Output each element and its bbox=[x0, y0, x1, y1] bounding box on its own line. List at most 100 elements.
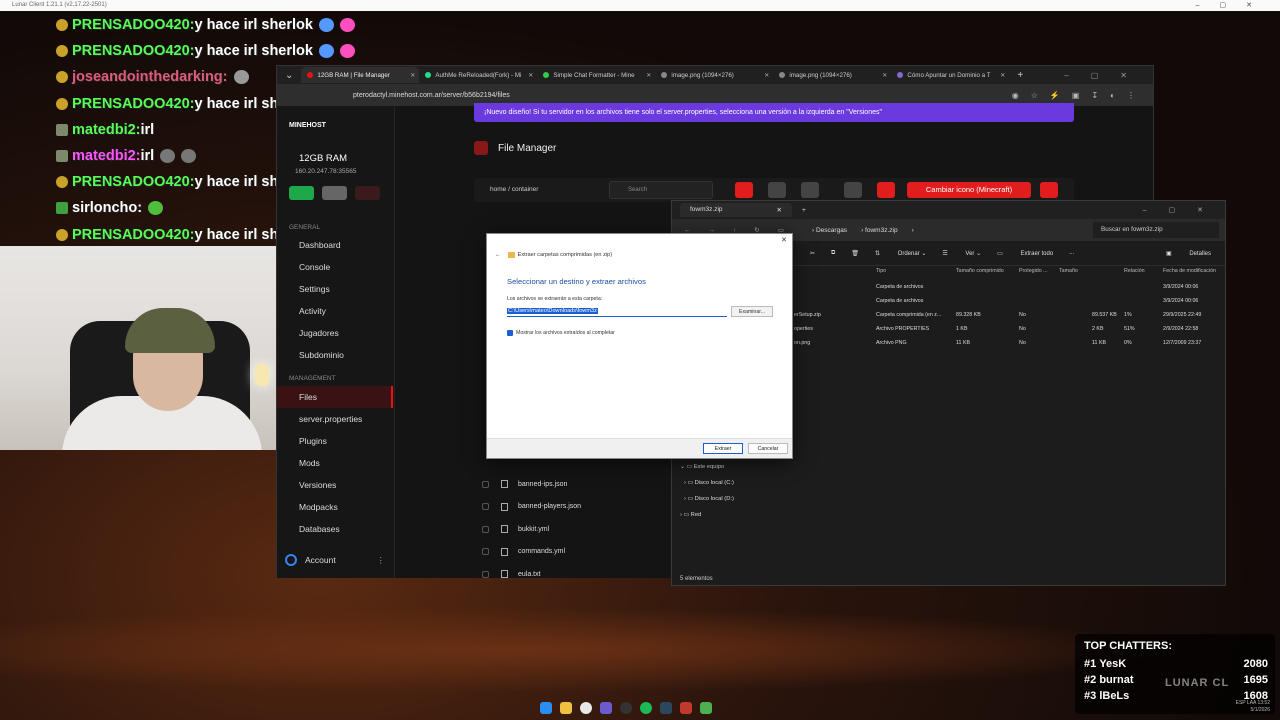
more-options-button[interactable]: ... bbox=[1069, 250, 1074, 256]
app2-taskbar-icon[interactable] bbox=[680, 702, 692, 714]
sidebar-item-mods[interactable]: Mods bbox=[277, 452, 393, 474]
file-row[interactable]: banned-players.json bbox=[482, 496, 581, 519]
crumb-container[interactable]: container bbox=[512, 186, 539, 193]
sidebar-item-activity[interactable]: Activity bbox=[277, 300, 393, 322]
explorer-tab[interactable]: fowm3z.zip ✕ bbox=[680, 203, 792, 217]
col-tamano[interactable]: Tamaño bbox=[1059, 268, 1078, 274]
back-icon[interactable]: ← bbox=[495, 252, 501, 258]
file-name[interactable]: banned-players.json bbox=[518, 503, 581, 510]
sidebar-item-files[interactable]: Files bbox=[277, 386, 393, 408]
row-checkbox[interactable] bbox=[482, 525, 489, 533]
sidebar-item-dashboard[interactable]: Dashboard bbox=[277, 234, 393, 256]
row-checkbox[interactable] bbox=[482, 570, 489, 578]
steam-taskbar-icon[interactable] bbox=[660, 702, 672, 714]
file-row[interactable]: eula.txt bbox=[482, 563, 581, 586]
destination-input[interactable]: C:\Users\mateo\Downloads\fowm3z bbox=[507, 306, 727, 317]
close-icon[interactable]: ✕ bbox=[781, 236, 787, 244]
minecraft-taskbar-icon[interactable] bbox=[700, 702, 712, 714]
close-tab-icon[interactable]: ✕ bbox=[777, 206, 782, 214]
close-tab-icon[interactable]: ✕ bbox=[528, 72, 533, 79]
tab-chat-formatter[interactable]: Simple Chat Formatter - Mine ✕ bbox=[537, 67, 655, 83]
ver-button[interactable]: ☰ Ver ⌄ bbox=[942, 250, 981, 257]
tab-image-1[interactable]: image.png (1094×276) ✕ bbox=[655, 67, 773, 83]
close-tab-icon[interactable]: ✕ bbox=[764, 72, 769, 79]
sidebar-item-versiones[interactable]: Versiones bbox=[277, 474, 393, 496]
obs-taskbar-icon[interactable] bbox=[620, 702, 632, 714]
cambiar-icono-button[interactable]: Cambiar icono (Minecraft) bbox=[907, 182, 1031, 198]
chrome-taskbar-icon[interactable] bbox=[580, 702, 592, 714]
app-taskbar-icon[interactable] bbox=[600, 702, 612, 714]
extraer-todo-button[interactable]: ▭ Extraer todo bbox=[997, 250, 1053, 257]
detalles-button[interactable]: ▣ Detalles bbox=[1166, 250, 1211, 257]
show-files-checkbox[interactable]: Mostrar los archivos extraídos al comple… bbox=[507, 330, 615, 336]
sidebar-item-subdominio[interactable]: Subdominio bbox=[277, 344, 393, 366]
col-tipo[interactable]: Tipo bbox=[876, 268, 886, 274]
browser-window-controls[interactable]: –▢✕ bbox=[1064, 71, 1153, 80]
sidebar-item-databases[interactable]: Databases bbox=[277, 518, 393, 540]
sidebar-item-server-properties[interactable]: server.properties bbox=[277, 408, 393, 430]
new-tab-button[interactable]: + bbox=[1009, 70, 1031, 81]
restart-button[interactable] bbox=[322, 186, 347, 200]
stop-button[interactable] bbox=[355, 186, 380, 200]
row-checkbox[interactable] bbox=[482, 503, 489, 511]
explorer-window-controls[interactable]: –▢✕ bbox=[1143, 206, 1225, 214]
extraer-button[interactable]: Extraer bbox=[703, 443, 743, 454]
spotify-taskbar-icon[interactable] bbox=[640, 702, 652, 714]
path-zip[interactable]: fowm3z.zip bbox=[865, 227, 898, 234]
cut-icon[interactable]: ✂ bbox=[810, 250, 815, 257]
minehost-logo[interactable]: MINEHOST bbox=[289, 122, 326, 129]
tab-file-manager[interactable]: 12GB RAM | File Manager ✕ bbox=[301, 67, 420, 83]
checkbox-checked[interactable] bbox=[507, 330, 513, 336]
file-name[interactable]: eula.txt bbox=[518, 571, 541, 578]
search-input[interactable]: Search bbox=[609, 181, 713, 199]
explorer-search-input[interactable]: Buscar en fowm3z.zip bbox=[1093, 222, 1219, 238]
sidebar-item-jugadores[interactable]: Jugadores bbox=[277, 322, 393, 344]
row-checkbox[interactable] bbox=[482, 480, 489, 488]
url-text[interactable]: pterodactyl.minehost.com.ar/server/b56b2… bbox=[353, 92, 510, 99]
close-tab-icon[interactable]: ✕ bbox=[646, 72, 651, 79]
file-name[interactable]: banned-ips.json bbox=[518, 481, 567, 488]
row-checkbox[interactable] bbox=[482, 548, 489, 556]
more-icon[interactable]: ⋮ bbox=[377, 555, 386, 566]
file-row[interactable]: bukkit.yml bbox=[482, 518, 581, 541]
tab-authme[interactable]: AuthMe ReReloaded(Fork) - Mi ✕ bbox=[419, 67, 537, 83]
language-indicator[interactable]: ESP LAA bbox=[1236, 700, 1256, 706]
col-protegido[interactable]: Protegido ... bbox=[1019, 268, 1048, 274]
file-name[interactable]: commands.yml bbox=[518, 548, 565, 555]
new-file-icon[interactable] bbox=[1040, 182, 1058, 198]
tab-menu-icon[interactable]: ⌄ bbox=[277, 70, 301, 81]
tree-este-equipo[interactable]: ⌄ ▭ Este equipo bbox=[680, 464, 724, 470]
file-row[interactable]: banned-ips.json bbox=[482, 473, 581, 496]
file-row[interactable]: commands.yml bbox=[482, 541, 581, 564]
sidebar-item-modpacks[interactable]: Modpacks bbox=[277, 496, 393, 518]
file-name[interactable]: bukkit.yml bbox=[518, 526, 549, 533]
trash-icon[interactable]: 🗑 bbox=[851, 250, 859, 257]
close-tab-icon[interactable]: ✕ bbox=[882, 72, 887, 79]
ordenar-button[interactable]: ⇅ Ordenar ⌄ bbox=[875, 250, 926, 257]
windows-start-icon[interactable] bbox=[540, 702, 552, 714]
col-relacion[interactable]: Relación bbox=[1124, 268, 1145, 274]
explorer-taskbar-icon[interactable] bbox=[560, 702, 572, 714]
col-fecha[interactable]: Fecha de modificación bbox=[1163, 268, 1216, 274]
delete-icon[interactable] bbox=[735, 182, 753, 198]
new-tab-button[interactable]: + bbox=[792, 207, 806, 214]
tree-red[interactable]: › ▭ Red bbox=[680, 512, 701, 518]
start-button[interactable] bbox=[289, 186, 314, 200]
tree-disco-d[interactable]: › ▭ Disco local (D:) bbox=[684, 496, 734, 502]
address-path[interactable]: › Descargas › fowm3z.zip › bbox=[802, 227, 1093, 234]
sidebar-item-settings[interactable]: Settings bbox=[277, 278, 393, 300]
account-menu[interactable]: Account ⋮ bbox=[285, 554, 385, 566]
toolbar-icons[interactable]: ◉☆⚡▣↧◐⋮ bbox=[1012, 91, 1153, 100]
sidebar-item-console[interactable]: Console bbox=[277, 256, 393, 278]
path-descargas[interactable]: Descargas bbox=[816, 227, 847, 234]
tree-disco-c[interactable]: › ▭ Disco local (C:) bbox=[684, 480, 734, 486]
new-folder-icon[interactable] bbox=[844, 182, 862, 198]
crumb-home[interactable]: home bbox=[490, 186, 506, 193]
archive-icon[interactable] bbox=[801, 182, 819, 198]
window-controls[interactable]: –▢✕ bbox=[1196, 0, 1272, 11]
close-tab-icon[interactable]: ✕ bbox=[1000, 72, 1005, 79]
tab-image-2[interactable]: image.png (1094×276) ✕ bbox=[773, 67, 891, 83]
close-tab-icon[interactable]: ✕ bbox=[410, 72, 415, 79]
examinar-button[interactable]: Examinar... bbox=[731, 306, 773, 317]
copy-icon[interactable]: ⧉ bbox=[831, 250, 835, 257]
